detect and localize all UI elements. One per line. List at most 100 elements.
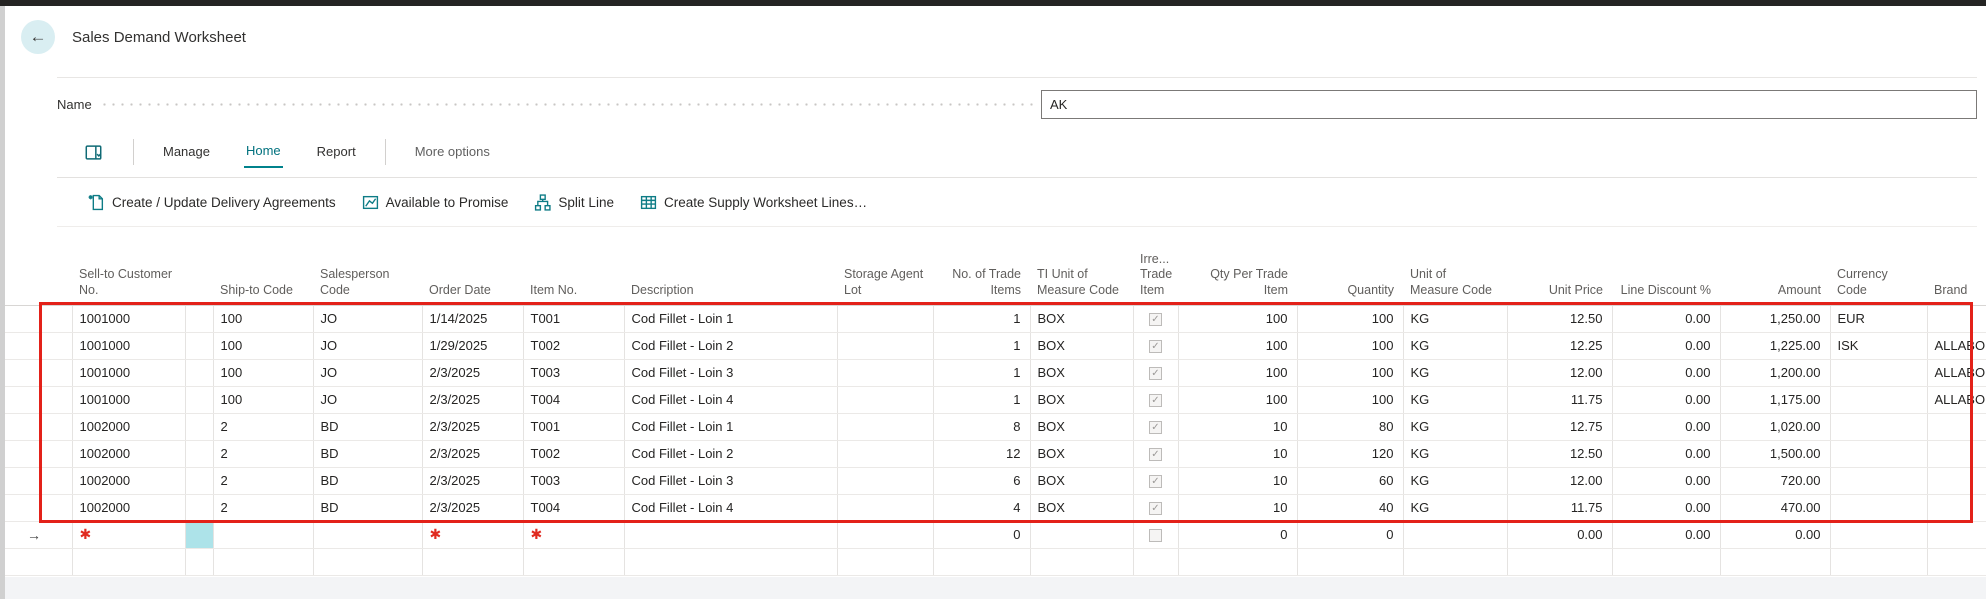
column-header-unit_price[interactable]: Unit Price (1507, 233, 1612, 305)
cell-description[interactable]: Cod Fillet - Loin 1 (624, 305, 837, 332)
cell-storage_agent_lot[interactable] (837, 386, 933, 413)
blank-cell[interactable] (185, 440, 213, 467)
cell-description[interactable]: Cod Fillet - Loin 4 (624, 386, 837, 413)
action-available-to-promise[interactable]: Available to Promise (362, 194, 509, 211)
cell-amount[interactable]: 1,020.00 (1720, 413, 1830, 440)
cell-irre_trade_item[interactable] (1133, 467, 1178, 494)
cell-storage_agent_lot[interactable] (837, 467, 933, 494)
cell-qty_per_trade_item[interactable]: 100 (1178, 386, 1297, 413)
cell-currency[interactable]: EUR (1830, 305, 1927, 332)
toggle-panel-icon[interactable] (85, 144, 102, 161)
cell-qty_per_trade_item[interactable]: 100 (1178, 305, 1297, 332)
cell-irre_trade_item[interactable] (1133, 305, 1178, 332)
tab-report[interactable]: Report (315, 138, 358, 167)
gutter-cell[interactable] (5, 332, 50, 359)
cell-sell_to[interactable]: 1002000 (72, 467, 185, 494)
cell-item_no[interactable]: T004 (523, 386, 624, 413)
cell-no_of_trade_items[interactable]: 1 (933, 386, 1030, 413)
cell-irre_trade_item[interactable] (1133, 440, 1178, 467)
gutter-cell[interactable] (5, 467, 50, 494)
cell-unit_price[interactable]: 0.00 (1507, 521, 1612, 548)
cell-description[interactable]: Cod Fillet - Loin 2 (624, 332, 837, 359)
cell-quantity[interactable]: 100 (1297, 359, 1403, 386)
column-header-sell_to[interactable]: Sell-to Customer No. (72, 233, 185, 305)
column-header-description[interactable]: Description (624, 233, 837, 305)
column-header-salesperson[interactable]: Salesperson Code (313, 233, 422, 305)
cell-ti_uom[interactable] (1030, 521, 1133, 548)
cell-ship_to[interactable]: 100 (213, 359, 313, 386)
cell-no_of_trade_items[interactable]: 1 (933, 305, 1030, 332)
cell-no_of_trade_items[interactable]: 1 (933, 332, 1030, 359)
cell-quantity[interactable]: 100 (1297, 332, 1403, 359)
select-cell[interactable] (50, 440, 72, 467)
cell-amount[interactable]: 1,225.00 (1720, 332, 1830, 359)
cell-quantity[interactable]: 100 (1297, 386, 1403, 413)
cell-uom[interactable]: KG (1403, 440, 1507, 467)
cell-irre_trade_item[interactable] (1133, 386, 1178, 413)
cell-brand[interactable] (1927, 440, 1986, 467)
cell-line_discount_pct[interactable]: 0.00 (1612, 521, 1720, 548)
cell-ti_uom[interactable]: BOX (1030, 467, 1133, 494)
cell-order_date[interactable]: 2/3/2025 (422, 386, 523, 413)
cell-salesperson[interactable]: JO (313, 359, 422, 386)
cell-qty_per_trade_item[interactable]: 100 (1178, 332, 1297, 359)
cell-item_no[interactable]: ✱ (523, 521, 624, 548)
cell-salesperson[interactable]: JO (313, 332, 422, 359)
cell-no_of_trade_items[interactable]: 0 (933, 521, 1030, 548)
cell-unit_price[interactable]: 11.75 (1507, 386, 1612, 413)
blank-cell[interactable] (185, 305, 213, 332)
more-options-button[interactable]: More options (413, 138, 492, 167)
checkbox-checked-icon[interactable] (1149, 394, 1162, 407)
cell-unit_price[interactable]: 12.00 (1507, 467, 1612, 494)
cell-brand[interactable] (1927, 521, 1986, 548)
cell-ship_to[interactable]: 100 (213, 332, 313, 359)
cell-description[interactable]: Cod Fillet - Loin 1 (624, 413, 837, 440)
cell-amount[interactable]: 1,200.00 (1720, 359, 1830, 386)
column-header-ship_to[interactable]: Ship-to Code (213, 233, 313, 305)
cell-no_of_trade_items[interactable]: 1 (933, 359, 1030, 386)
cell-uom[interactable] (1403, 521, 1507, 548)
cell-currency[interactable] (1830, 440, 1927, 467)
column-header-item_no[interactable]: Item No. (523, 233, 624, 305)
cell-description[interactable] (624, 521, 837, 548)
cell-salesperson[interactable]: BD (313, 494, 422, 521)
cell-quantity[interactable]: 60 (1297, 467, 1403, 494)
cell-brand[interactable]: ALLABO (1927, 386, 1986, 413)
cell-currency[interactable] (1830, 467, 1927, 494)
gutter-cell[interactable] (5, 359, 50, 386)
select-cell[interactable] (50, 413, 72, 440)
cell-amount[interactable]: 1,250.00 (1720, 305, 1830, 332)
cell-brand[interactable]: ALLABO (1927, 332, 1986, 359)
cell-ti_uom[interactable]: BOX (1030, 440, 1133, 467)
cell-currency[interactable] (1830, 494, 1927, 521)
column-header-amount[interactable]: Amount (1720, 233, 1830, 305)
cell-amount[interactable]: 470.00 (1720, 494, 1830, 521)
cell-item_no[interactable]: T003 (523, 467, 624, 494)
cell-brand[interactable] (1927, 467, 1986, 494)
cell-item_no[interactable]: T001 (523, 305, 624, 332)
cell-uom[interactable]: KG (1403, 413, 1507, 440)
cell-unit_price[interactable]: 11.75 (1507, 494, 1612, 521)
cell-unit_price[interactable]: 12.75 (1507, 413, 1612, 440)
cell-unit_price[interactable]: 12.25 (1507, 332, 1612, 359)
column-header-order_date[interactable]: Order Date (422, 233, 523, 305)
column-header-brand[interactable]: Brand (1927, 233, 1986, 305)
cell-salesperson[interactable] (313, 521, 422, 548)
checkbox-checked-icon[interactable] (1149, 421, 1162, 434)
cell-amount[interactable]: 0.00 (1720, 521, 1830, 548)
cell-ti_uom[interactable]: BOX (1030, 332, 1133, 359)
cell-salesperson[interactable]: BD (313, 440, 422, 467)
column-header-uom[interactable]: Unit of Measure Code (1403, 233, 1507, 305)
checkbox-checked-icon[interactable] (1149, 367, 1162, 380)
cell-ti_uom[interactable]: BOX (1030, 494, 1133, 521)
gutter-cell[interactable] (5, 494, 50, 521)
cell-sell_to[interactable]: 1002000 (72, 494, 185, 521)
cell-no_of_trade_items[interactable]: 12 (933, 440, 1030, 467)
cell-amount[interactable]: 1,500.00 (1720, 440, 1830, 467)
cell-irre_trade_item[interactable] (1133, 413, 1178, 440)
cell-order_date[interactable]: 1/29/2025 (422, 332, 523, 359)
column-header-irre_trade_item[interactable]: Irre... Trade Item (1133, 233, 1178, 305)
cell-sell_to[interactable]: 1001000 (72, 305, 185, 332)
gutter-cell[interactable] (5, 305, 50, 332)
cell-currency[interactable] (1830, 413, 1927, 440)
